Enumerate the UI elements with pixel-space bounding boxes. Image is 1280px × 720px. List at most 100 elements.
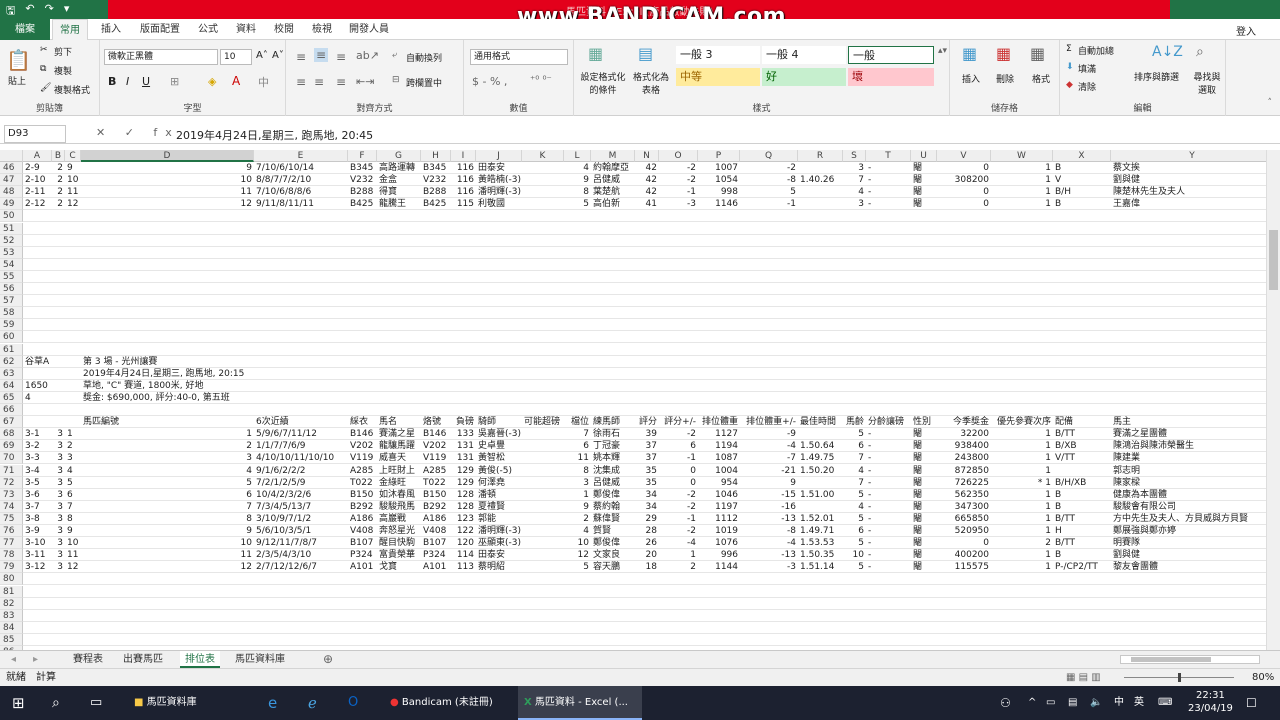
row-header[interactable]: 84 (0, 621, 23, 634)
cell-s[interactable]: 6 (843, 440, 866, 452)
cell-v[interactable]: 243800 (937, 452, 991, 464)
column-header-g[interactable]: G (377, 150, 421, 162)
cell-y[interactable]: 黎友會團體 (1111, 561, 1266, 573)
sheet-tab-entries[interactable]: 出賽馬匹 (118, 651, 168, 668)
cell-p[interactable]: 1046 (698, 489, 740, 501)
sheet-tab-horse-db[interactable]: 馬匹資料庫 (230, 651, 290, 668)
row-header[interactable]: 69 (0, 440, 23, 453)
cell-o[interactable]: 2 (659, 561, 698, 573)
cell-e[interactable]: 2/7/12/12/6/7 (254, 561, 348, 573)
column-header-b[interactable]: B (52, 150, 65, 162)
cell-x[interactable]: B/TT (1053, 537, 1111, 549)
cell-a[interactable]: 2-10 (23, 174, 52, 186)
cell-c[interactable]: 4 (65, 465, 81, 477)
cell-q[interactable]: -9 (740, 428, 798, 440)
volume-icon[interactable]: 🔈 (1090, 686, 1102, 720)
cell-h[interactable]: V202 (421, 440, 451, 452)
cell-a[interactable]: 3-2 (23, 440, 52, 452)
cell-q[interactable]: 9 (740, 477, 798, 489)
zoom-thumb[interactable] (1178, 673, 1181, 682)
cell-c[interactable]: 5 (65, 477, 81, 489)
cell-x[interactable]: B (1053, 549, 1111, 561)
cell-e[interactable]: 2/3/5/4/3/10 (254, 549, 348, 561)
cell-d[interactable]: 12 (81, 198, 254, 210)
cell-c[interactable]: 3 (65, 452, 81, 464)
formula-buttons[interactable]: ✕ ✓ fx (96, 126, 180, 139)
cell-c[interactable]: 11 (65, 549, 81, 561)
cell-x[interactable]: V (1053, 174, 1111, 186)
cell-g[interactable]: 如沐春風 (377, 489, 421, 501)
cell-y[interactable]: 鄭展強與鄭亦婷 (1111, 525, 1266, 537)
cell-n[interactable]: 18 (635, 561, 659, 573)
cell-t[interactable]: - (866, 537, 911, 549)
cell-m[interactable]: 練馬師 (591, 416, 635, 428)
cell-x[interactable]: B/H (1053, 186, 1111, 198)
cell-a[interactable]: 3-7 (23, 501, 52, 513)
cell-w[interactable]: 1 (991, 186, 1053, 198)
cell-i[interactable]: 129 (451, 465, 476, 477)
cell-o[interactable]: -2 (659, 174, 698, 186)
row-header[interactable]: 68 (0, 428, 23, 441)
cell-c[interactable]: 10 (65, 537, 81, 549)
cell-e[interactable]: 5/9/6/7/11/12 (254, 428, 348, 440)
cell-l[interactable]: 7 (564, 428, 591, 440)
taskbar-excel[interactable]: X 馬匹資料 - Excel (... (518, 686, 642, 720)
cell-o[interactable]: -4 (659, 537, 698, 549)
row-header[interactable]: 82 (0, 597, 23, 610)
cell-n[interactable]: 28 (635, 525, 659, 537)
cell-x[interactable]: B/H/XB (1053, 477, 1111, 489)
cell-d[interactable]: 9 (81, 162, 254, 174)
cell-s[interactable]: 5 (843, 513, 866, 525)
cell-i[interactable]: 123 (451, 513, 476, 525)
cell-h[interactable]: B425 (421, 198, 451, 210)
cell-a[interactable]: 3-5 (23, 477, 52, 489)
find-icon[interactable]: ⌕ (1196, 44, 1204, 60)
cell-w[interactable]: 1 (991, 428, 1053, 440)
view-mode-icons[interactable]: ▦ ▤ ▥ (1066, 669, 1101, 687)
cell-f[interactable]: B146 (348, 428, 377, 440)
cell-u[interactable]: 閹 (911, 501, 937, 513)
cell-g[interactable]: 龍驤馬躍 (377, 440, 421, 452)
cell-l[interactable]: 10 (564, 537, 591, 549)
number-format-select[interactable]: 通用格式 (470, 49, 568, 65)
cell-r[interactable]: 最佳時間 (798, 416, 843, 428)
cell-y[interactable]: 王嘉偉 (1111, 198, 1266, 210)
cell-t[interactable]: - (866, 174, 911, 186)
cell-i[interactable]: 116 (451, 162, 476, 174)
h-scroll-thumb[interactable] (1131, 657, 1211, 662)
column-header-d[interactable]: D (81, 150, 254, 162)
cell-h[interactable]: A186 (421, 513, 451, 525)
cell-w[interactable]: 1 (991, 452, 1053, 464)
cell-t[interactable]: - (866, 477, 911, 489)
collapse-ribbon-icon[interactable]: ˄ (1268, 98, 1273, 108)
cell-o[interactable]: -3 (659, 198, 698, 210)
cell-w[interactable]: 1 (991, 489, 1053, 501)
cell-v[interactable]: 520950 (937, 525, 991, 537)
cell-l[interactable]: 8 (564, 186, 591, 198)
cell-g[interactable]: 富貴榮華 (377, 549, 421, 561)
cell-u[interactable]: 閹 (911, 561, 937, 573)
column-header-a[interactable]: A (23, 150, 52, 162)
cell-d[interactable]: 7 (81, 501, 254, 513)
cell-i[interactable]: 128 (451, 489, 476, 501)
cell-l[interactable]: 1 (564, 489, 591, 501)
row-header[interactable]: 78 (0, 549, 23, 562)
row-header[interactable]: 77 (0, 537, 23, 550)
align-middle-icon[interactable]: ≡ (314, 48, 329, 62)
cell-w[interactable]: 2 (991, 537, 1053, 549)
cell-o[interactable]: 1 (659, 549, 698, 561)
cell-h[interactable]: 烙號 (421, 416, 451, 428)
cell-d[interactable]: 11 (81, 186, 254, 198)
cell-w[interactable]: 1 (991, 525, 1053, 537)
row-header[interactable]: 67 (0, 416, 23, 429)
cell-g[interactable]: 上旺財上 (377, 465, 421, 477)
cell-e[interactable]: 10/4/2/3/2/6 (254, 489, 348, 501)
wrap-text-icon[interactable]: ⤶ (392, 50, 397, 60)
cell-m[interactable]: 姚本輝 (591, 452, 635, 464)
ime-indicator[interactable]: 英 (1134, 686, 1144, 720)
row-header[interactable]: 85 (0, 633, 23, 646)
cell-e[interactable]: 1/1/7/7/6/9 (254, 440, 348, 452)
cell-o[interactable]: 0 (659, 477, 698, 489)
cell-h[interactable]: A101 (421, 561, 451, 573)
delete-cells-icon[interactable]: ▦ (996, 44, 1011, 63)
